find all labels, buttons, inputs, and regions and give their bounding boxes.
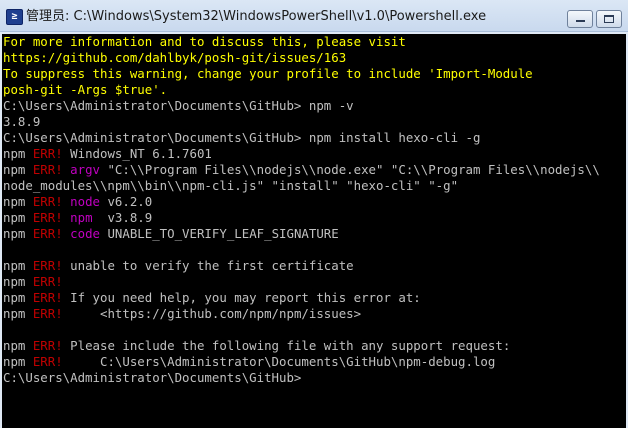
warning-line: For more information and to discuss this… bbox=[3, 34, 406, 49]
error-text: v6.2.0 bbox=[100, 194, 153, 209]
error-text: <https://github.com/npm/npm/issues> bbox=[62, 306, 362, 321]
npm-label: npm bbox=[3, 258, 33, 273]
error-line: npm ERR! node v6.2.0 bbox=[2, 194, 626, 210]
command-line[interactable]: C:\Users\Administrator\Documents\GitHub> bbox=[2, 370, 626, 386]
output-line: 3.8.9 bbox=[2, 114, 626, 130]
error-line: npm ERR! argv "C:\\Program Files\\nodejs… bbox=[2, 162, 626, 178]
maximize-icon bbox=[604, 15, 614, 23]
version-output: 3.8.9 bbox=[3, 114, 41, 129]
npm-label: npm bbox=[3, 274, 33, 289]
error-text: "C:\\Program Files\\nodejs\\node.exe" "C… bbox=[100, 162, 600, 177]
npm-label: npm bbox=[3, 194, 33, 209]
err-label: ERR! bbox=[32, 274, 63, 289]
node-key: node bbox=[70, 194, 100, 209]
npm-label: npm bbox=[3, 306, 33, 321]
error-text: Windows_NT 6.1.7601 bbox=[62, 146, 212, 161]
warning-line: To suppress this warning, change your pr… bbox=[3, 66, 533, 81]
command-line: C:\Users\Administrator\Documents\GitHub>… bbox=[2, 130, 626, 146]
error-line: npm ERR! bbox=[2, 274, 626, 290]
warning-line: https://github.com/dahlbyk/posh-git/issu… bbox=[3, 50, 347, 65]
npm-label: npm bbox=[3, 210, 33, 225]
error-text: C:\Users\Administrator\Documents\GitHub\… bbox=[62, 354, 496, 369]
err-label: ERR! bbox=[32, 194, 63, 209]
command-text: npm install hexo-cli -g bbox=[301, 130, 481, 145]
err-label: ERR! bbox=[32, 162, 63, 177]
prompt: C:\Users\Administrator\Documents\GitHub> bbox=[3, 130, 302, 145]
npm-label: npm bbox=[3, 146, 33, 161]
command-line: C:\Users\Administrator\Documents\GitHub>… bbox=[2, 98, 626, 114]
window-title: 管理员: C:\Windows\System32\WindowsPowerShe… bbox=[26, 9, 487, 24]
npm-label: npm bbox=[3, 162, 33, 177]
error-line-wrap: node_modules\\npm\\bin\\npm-cli.js" "ins… bbox=[2, 178, 626, 194]
err-label: ERR! bbox=[32, 290, 63, 305]
command-text: npm -v bbox=[301, 98, 354, 113]
error-text: node_modules\\npm\\bin\\npm-cli.js" "ins… bbox=[3, 178, 459, 193]
err-label: ERR! bbox=[32, 210, 63, 225]
error-line: npm ERR! code UNABLE_TO_VERIFY_LEAF_SIGN… bbox=[2, 226, 626, 242]
error-text: Please include the following file with a… bbox=[62, 338, 511, 353]
error-line: npm ERR! If you need help, you may repor… bbox=[2, 290, 626, 306]
maximize-button[interactable] bbox=[596, 10, 622, 28]
err-label: ERR! bbox=[32, 146, 63, 161]
window-titlebar[interactable]: ≥ 管理员: C:\Windows\System32\WindowsPowerS… bbox=[0, 0, 628, 32]
console-output[interactable]: For more information and to discuss this… bbox=[2, 34, 626, 428]
err-label: ERR! bbox=[32, 258, 63, 273]
warning-line: posh-git -Args $true'. bbox=[3, 82, 168, 97]
error-text: unable to verify the first certificate bbox=[62, 258, 354, 273]
prompt: C:\Users\Administrator\Documents\GitHub> bbox=[3, 98, 302, 113]
err-label: ERR! bbox=[32, 226, 63, 241]
err-label: ERR! bbox=[32, 306, 63, 321]
npm-label: npm bbox=[3, 338, 33, 353]
npm-label: npm bbox=[3, 226, 33, 241]
npm-label: npm bbox=[3, 290, 33, 305]
error-text: UNABLE_TO_VERIFY_LEAF_SIGNATURE bbox=[100, 226, 339, 241]
err-label: ERR! bbox=[32, 338, 63, 353]
minimize-button[interactable] bbox=[567, 10, 593, 28]
error-line: npm ERR! npm v3.8.9 bbox=[2, 210, 626, 226]
npm-key: npm bbox=[70, 210, 100, 225]
minimize-icon bbox=[576, 20, 585, 22]
error-text: If you need help, you may report this er… bbox=[62, 290, 421, 305]
error-line: npm ERR! Windows_NT 6.1.7601 bbox=[2, 146, 626, 162]
error-text: v3.8.9 bbox=[100, 210, 153, 225]
error-line: npm ERR! unable to verify the first cert… bbox=[2, 258, 626, 274]
npm-label: npm bbox=[3, 354, 33, 369]
error-line: npm ERR! C:\Users\Administrator\Document… bbox=[2, 354, 626, 370]
err-label: ERR! bbox=[32, 354, 63, 369]
error-line: npm ERR! Please include the following fi… bbox=[2, 338, 626, 354]
code-key: code bbox=[70, 226, 100, 241]
prompt: C:\Users\Administrator\Documents\GitHub> bbox=[3, 370, 302, 385]
argv-key: argv bbox=[70, 162, 100, 177]
error-line: npm ERR! <https://github.com/npm/npm/iss… bbox=[2, 306, 626, 322]
powershell-icon: ≥ bbox=[6, 9, 23, 25]
